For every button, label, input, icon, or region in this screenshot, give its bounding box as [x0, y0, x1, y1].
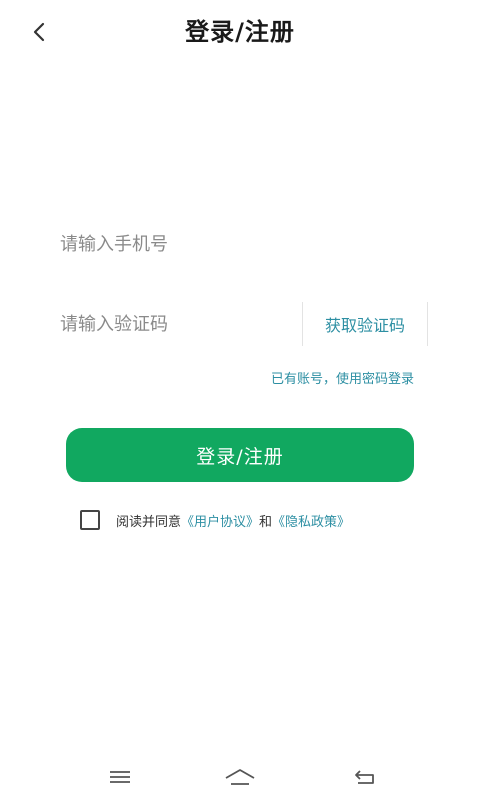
phone-input[interactable] — [60, 224, 428, 264]
password-login-link[interactable]: 已有账号，使用密码登录 — [271, 368, 414, 387]
code-field-row: 获取验证码 — [60, 302, 428, 346]
user-agreement-link[interactable]: 《用户协议》 — [181, 511, 259, 530]
menu-icon — [110, 771, 130, 783]
login-register-button[interactable]: 登录/注册 — [66, 428, 414, 482]
home-icon — [225, 769, 255, 785]
agreement-row: 阅读并同意 《用户协议》 和 《隐私政策》 — [80, 509, 350, 531]
verification-code-input[interactable] — [60, 304, 302, 344]
back-icon — [355, 770, 374, 784]
agreement-conjunction-text: 和 — [259, 514, 273, 530]
privacy-policy-link[interactable]: 《隐私政策》 — [272, 511, 350, 530]
nav-menu-button[interactable] — [100, 762, 140, 792]
system-nav-bar — [0, 754, 480, 800]
nav-home-button[interactable] — [220, 762, 260, 792]
get-code-button[interactable]: 获取验证码 — [301, 302, 428, 346]
page-title: 登录/注册 — [185, 18, 295, 46]
nav-back-button[interactable] — [345, 762, 385, 792]
agreement-prefix-text: 阅读并同意 — [116, 514, 182, 530]
agreement-checkbox[interactable] — [80, 510, 100, 530]
phone-field-row — [60, 224, 428, 264]
